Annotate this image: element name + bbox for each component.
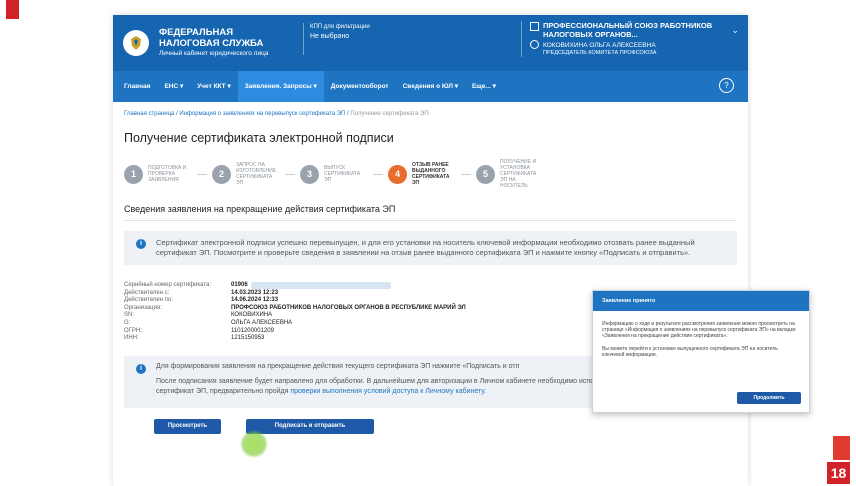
step-connector: [285, 173, 295, 175]
dialog-title: Заявление принято: [593, 291, 809, 311]
org-name-line1: ФЕДЕРАЛЬНАЯ: [159, 27, 234, 38]
dialog-text-2: Вы можете перейти к установке выпущенног…: [602, 345, 778, 358]
org-title: ФЕДЕРАЛЬНАЯ НАЛОГОВАЯ СЛУЖБА Личный каби…: [159, 27, 309, 59]
sn-value: КОКОВИХИНА: [231, 312, 273, 319]
step-label: Запрос на изготовление сертификата ЭП: [236, 162, 277, 186]
kpp-value: Не выбрано: [310, 33, 350, 40]
step-number: 3: [300, 164, 319, 184]
info-text: Сертификат электронной подписи успешно п…: [156, 238, 695, 257]
chevron-down-icon[interactable]: ⌄: [731, 25, 739, 36]
portal-subtitle: Личный кабинет юридического лица: [159, 50, 269, 57]
organization-value: ПРОФСОЮЗ РАБОТНИКОВ НАЛОГОВЫХ ОРГАНОВ В …: [231, 304, 466, 311]
nav-home[interactable]: Главная: [117, 71, 157, 102]
breadcrumb-home[interactable]: Главная страница: [124, 111, 174, 117]
valid-to-value: 14.06.2024 12:33: [231, 297, 279, 304]
click-highlight: [240, 430, 268, 458]
section-title: Сведения заявления на прекращение действ…: [124, 204, 396, 214]
main-nav: Главная ЕНС ▾ Учет ККТ ▾ Заявления. Запр…: [113, 71, 748, 102]
nav-kkt[interactable]: Учет ККТ ▾: [190, 71, 237, 102]
breadcrumb: Главная страница / Информация о заявлени…: [113, 102, 748, 117]
access-check-link[interactable]: проверки выполнения условий доступа к Ли…: [290, 388, 486, 395]
nav-company-info[interactable]: Сведения о ЮЛ ▾: [396, 71, 465, 102]
step-connector: [197, 173, 207, 175]
org-name-line2: НАЛОГОВАЯ СЛУЖБА: [159, 38, 264, 49]
ogrn-label: ОГРН:: [124, 327, 142, 334]
serial-mask: [250, 282, 391, 289]
slide-number: 18: [827, 462, 850, 484]
info-notice: i Сертификат электронной подписи успешно…: [124, 231, 737, 265]
page-title: Получение сертификата электронной подпис…: [124, 131, 394, 145]
info-icon: i: [136, 239, 146, 249]
step-label: Выпуск сертификата ЭП: [324, 165, 361, 183]
breadcrumb-current: Получение сертификата ЭП: [350, 111, 429, 117]
g-label: G:: [124, 319, 131, 326]
sign-and-send-button[interactable]: Подписать и отправить: [246, 418, 374, 434]
nav-ens[interactable]: ЕНС ▾: [157, 71, 190, 102]
section-divider: [124, 220, 737, 221]
step-1: 1 Подготовка и проверка заявления: [124, 164, 212, 184]
breadcrumb-applications[interactable]: Информация о заявлениях на перевыпуск се…: [179, 111, 345, 117]
continue-button[interactable]: Продолжить: [737, 392, 801, 404]
nav-applications[interactable]: Заявления. Запросы ▾: [237, 71, 324, 102]
step-number: 4: [388, 164, 407, 184]
step-number: 1: [124, 164, 143, 184]
step-4-current: 4 Отзыв ранее выданного сертификата ЭП: [388, 162, 476, 186]
serial-value: 01906: [231, 282, 248, 288]
nav-more[interactable]: Еще... ▾: [465, 71, 503, 102]
application-accepted-dialog: Заявление принято Информацию о ходе и ре…: [592, 290, 810, 413]
g-value: ОЛЬГА АЛЕКСЕЕВНА: [231, 319, 293, 326]
fns-emblem-icon: [123, 30, 149, 56]
dialog-text: Информацию о ходе и результате рассмотре…: [602, 321, 796, 340]
account-name: КОКОВИХИНА ОЛЬГА АЛЕКСЕЕВНА: [543, 42, 656, 49]
valid-from-value: 14.03.2023 12:23: [231, 289, 279, 296]
progress-stepper: 1 Подготовка и проверка заявления 2 Запр…: [113, 145, 748, 189]
header-bar: ФЕДЕРАЛЬНАЯ НАЛОГОВАЯ СЛУЖБА Личный каби…: [113, 15, 748, 71]
info-icon: i: [136, 363, 146, 374]
step-connector: [373, 173, 383, 175]
step-label: Подготовка и проверка заявления: [148, 165, 187, 183]
slide-corner-accent: [6, 0, 19, 19]
account-role: ПРЕДСЕДАТЕЛЬ КОМИТЕТА ПРОФСОЮЗА: [543, 50, 657, 56]
ogrn-value: 1101200001209: [231, 327, 274, 334]
building-icon: [530, 22, 539, 31]
serial-label: Серийный номер сертификата:: [124, 282, 212, 288]
inn-value: 1215150953: [231, 335, 265, 342]
inn-label: ИНН:: [124, 335, 139, 342]
help-icon[interactable]: ?: [719, 78, 734, 93]
nav-documents[interactable]: Документооборот: [324, 71, 396, 102]
step-label: Получение и установка сертификата ЭП на …: [500, 159, 537, 189]
valid-to-label: Действителен по:: [124, 297, 173, 304]
browser-screenshot: ФЕДЕРАЛЬНАЯ НАЛОГОВАЯ СЛУЖБА Личный каби…: [113, 15, 748, 486]
step-number: 5: [476, 164, 495, 184]
step-5: 5 Получение и установка сертификата ЭП н…: [476, 159, 544, 189]
kpp-label: КПП для фильтрации: [310, 24, 370, 30]
step-number: 2: [212, 164, 231, 184]
slide-number-accent: [833, 436, 850, 460]
step-label: Отзыв ранее выданного сертификата ЭП: [412, 162, 450, 186]
step-connector: [461, 173, 471, 175]
user-icon: [530, 40, 539, 49]
step-2: 2 Запрос на изготовление сертификата ЭП: [212, 162, 300, 186]
account-switcher[interactable]: ПРОФЕССИОНАЛЬНЫЙ СОЮЗ РАБОТНИКОВ НАЛОГОВ…: [521, 21, 739, 57]
kpp-filter[interactable]: КПП для фильтрации Не выбрано: [303, 23, 370, 55]
account-org: ПРОФЕССИОНАЛЬНЫЙ СОЮЗ РАБОТНИКОВ НАЛОГОВ…: [543, 21, 713, 39]
slide-number-badge: 18: [827, 436, 850, 484]
step-3: 3 Выпуск сертификата ЭП: [300, 164, 388, 184]
sn-label: SN:: [124, 312, 135, 319]
organization-label: Организация:: [124, 304, 162, 311]
view-button[interactable]: Просмотреть: [154, 418, 221, 434]
